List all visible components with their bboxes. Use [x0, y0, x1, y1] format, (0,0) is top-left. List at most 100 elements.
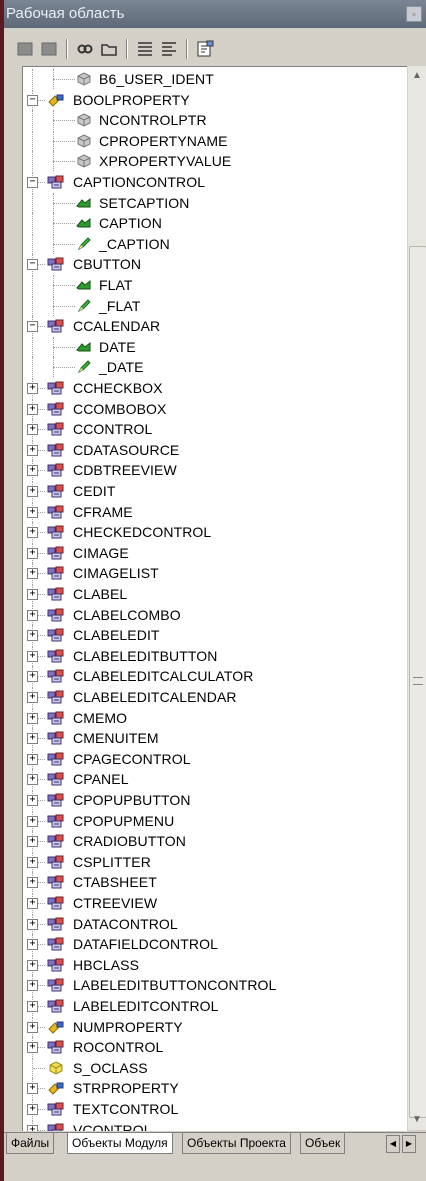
tree-node[interactable]: + CMEMO: [23, 707, 407, 728]
expand-icon[interactable]: +: [27, 589, 38, 600]
expand-icon[interactable]: +: [27, 692, 38, 703]
tab-objects-truncated[interactable]: Объек: [300, 1133, 346, 1154]
vertical-scrollbar[interactable]: ▲ ▼: [408, 66, 426, 1130]
tree-node[interactable]: + TEXTCONTROL: [23, 1099, 407, 1119]
expand-icon[interactable]: +: [27, 444, 38, 456]
tree-node[interactable]: + CHECKEDCONTROL: [23, 522, 407, 543]
open-icon[interactable]: [98, 38, 120, 60]
tree-node[interactable]: + CFRAME: [23, 501, 407, 522]
scroll-up-icon[interactable]: ▲: [408, 66, 426, 86]
tree-node[interactable]: FLAT: [23, 275, 407, 295]
tree-node[interactable]: CPROPERTYNAME: [23, 130, 407, 151]
tab-prev-icon[interactable]: ◀: [386, 1135, 400, 1153]
tree-node[interactable]: + CLABELCOMBO: [23, 604, 407, 625]
expand-icon[interactable]: +: [27, 506, 38, 518]
tree-node[interactable]: + CEDIT: [23, 481, 407, 501]
scroll-down-icon[interactable]: ▼: [408, 1110, 426, 1130]
tree-node[interactable]: + CIMAGELIST: [23, 563, 407, 584]
collapse-icon[interactable]: −: [27, 321, 38, 333]
tree-node[interactable]: + CLABELEDIT: [23, 625, 407, 646]
tree-node[interactable]: + DATACONTROL: [23, 913, 407, 934]
tree-node[interactable]: + CLABELEDITCALCULATOR: [23, 666, 407, 687]
tree-node[interactable]: + VCONTROL: [23, 1119, 407, 1131]
tree-node[interactable]: + CCHECKBOX: [23, 378, 407, 398]
expand-icon[interactable]: +: [27, 980, 38, 992]
title-bar[interactable]: Рабочая область ▫: [4, 0, 426, 28]
tree-node[interactable]: + CDATASOURCE: [23, 439, 407, 460]
find-icon[interactable]: [74, 38, 96, 60]
tree-node[interactable]: _CAPTION: [23, 233, 407, 254]
tree-node[interactable]: + ROCONTROL: [23, 1037, 407, 1058]
collapse-icon[interactable]: −: [27, 259, 38, 271]
expand-icon[interactable]: +: [27, 959, 38, 971]
expand-icon[interactable]: +: [27, 836, 38, 848]
expand-icon[interactable]: +: [27, 1104, 38, 1115]
stop-icon[interactable]: [14, 38, 36, 60]
expand-icon[interactable]: +: [27, 486, 38, 497]
tree-node[interactable]: − CCALENDAR: [23, 316, 407, 337]
tree-node[interactable]: + CPANEL: [23, 769, 407, 790]
expand-icon[interactable]: +: [27, 609, 38, 621]
tree-node[interactable]: CAPTION: [23, 213, 407, 234]
expand-icon[interactable]: +: [27, 1042, 38, 1054]
expand-icon[interactable]: +: [27, 774, 38, 786]
expand-icon[interactable]: +: [27, 568, 38, 580]
expand-icon[interactable]: +: [27, 753, 38, 765]
expand-icon[interactable]: +: [27, 712, 38, 724]
collapse-icon[interactable]: −: [27, 177, 38, 188]
tree-node[interactable]: _FLAT: [23, 295, 407, 316]
expand-icon[interactable]: +: [27, 465, 38, 477]
tree-node[interactable]: + CTABSHEET: [23, 872, 407, 893]
tab-next-icon[interactable]: ▶: [402, 1135, 416, 1153]
expand-icon[interactable]: +: [27, 671, 38, 683]
tree-node[interactable]: + STRPROPERTY: [23, 1078, 407, 1099]
collapse-icon[interactable]: −: [27, 94, 38, 106]
tree-node[interactable]: + HBCLASS: [23, 954, 407, 975]
tree-node[interactable]: XPROPERTYVALUE: [23, 151, 407, 172]
expand-icon[interactable]: +: [27, 795, 38, 806]
tab-module-objects[interactable]: Объекты Модуля: [67, 1133, 173, 1154]
tree-node[interactable]: + CLABELEDITCALENDAR: [23, 687, 407, 707]
expand-icon[interactable]: +: [27, 547, 38, 559]
expand-icon[interactable]: +: [27, 815, 38, 827]
tree-node[interactable]: − BOOLPROPERTY: [23, 89, 407, 110]
align-justify-icon[interactable]: [134, 38, 156, 60]
expand-icon[interactable]: +: [27, 898, 38, 909]
pin-icon[interactable]: ▫: [406, 6, 422, 22]
tree-node[interactable]: + CDBTREEVIEW: [23, 460, 407, 481]
tree-node[interactable]: + CRADIOBUTTON: [23, 831, 407, 852]
tree-node[interactable]: + CLABEL: [23, 584, 407, 604]
expand-icon[interactable]: +: [27, 1083, 38, 1095]
expand-icon[interactable]: +: [27, 733, 38, 745]
tree-node[interactable]: S_OCLASS: [23, 1057, 407, 1078]
tree-node[interactable]: + CCOMBOBOX: [23, 398, 407, 419]
tree-node[interactable]: + CIMAGE: [23, 542, 407, 563]
expand-icon[interactable]: +: [27, 918, 38, 930]
tree-node[interactable]: + CCONTROL: [23, 419, 407, 440]
tree-node[interactable]: + CPOPUPMENU: [23, 810, 407, 831]
tree-node[interactable]: − CAPTIONCONTROL: [23, 172, 407, 192]
object-tree[interactable]: B6_USER_IDENT − BOOLPROPERTY NCONTROLPTR CPR…: [22, 66, 407, 1131]
tree-node[interactable]: + CLABELEDITBUTTON: [23, 645, 407, 666]
tree-node[interactable]: + CPOPUPBUTTON: [23, 790, 407, 810]
expand-icon[interactable]: +: [27, 1021, 38, 1033]
tree-node[interactable]: SETCAPTION: [23, 192, 407, 213]
expand-icon[interactable]: +: [27, 630, 38, 642]
tree-node[interactable]: _DATE: [23, 357, 407, 378]
scroll-thumb[interactable]: [409, 246, 426, 1118]
expand-icon[interactable]: +: [27, 877, 38, 889]
tree-node[interactable]: + CTREEVIEW: [23, 893, 407, 913]
tree-node[interactable]: + LABELEDITCONTROL: [23, 996, 407, 1016]
tree-node[interactable]: + CSPLITTER: [23, 851, 407, 872]
tree-node[interactable]: + DATAFIELDCONTROL: [23, 934, 407, 955]
stop2-icon[interactable]: [38, 38, 60, 60]
expand-icon[interactable]: +: [27, 1124, 38, 1131]
expand-icon[interactable]: +: [27, 856, 38, 868]
expand-icon[interactable]: +: [27, 650, 38, 662]
tree-node[interactable]: NCONTROLPTR: [23, 110, 407, 131]
tab-project-objects[interactable]: Объекты Проекта: [182, 1133, 291, 1154]
tab-files[interactable]: Файлы: [6, 1133, 55, 1154]
align-left-icon[interactable]: [158, 38, 180, 60]
expand-icon[interactable]: +: [27, 1001, 38, 1012]
tree-node[interactable]: + LABELEDITBUTTONCONTROL: [23, 975, 407, 996]
